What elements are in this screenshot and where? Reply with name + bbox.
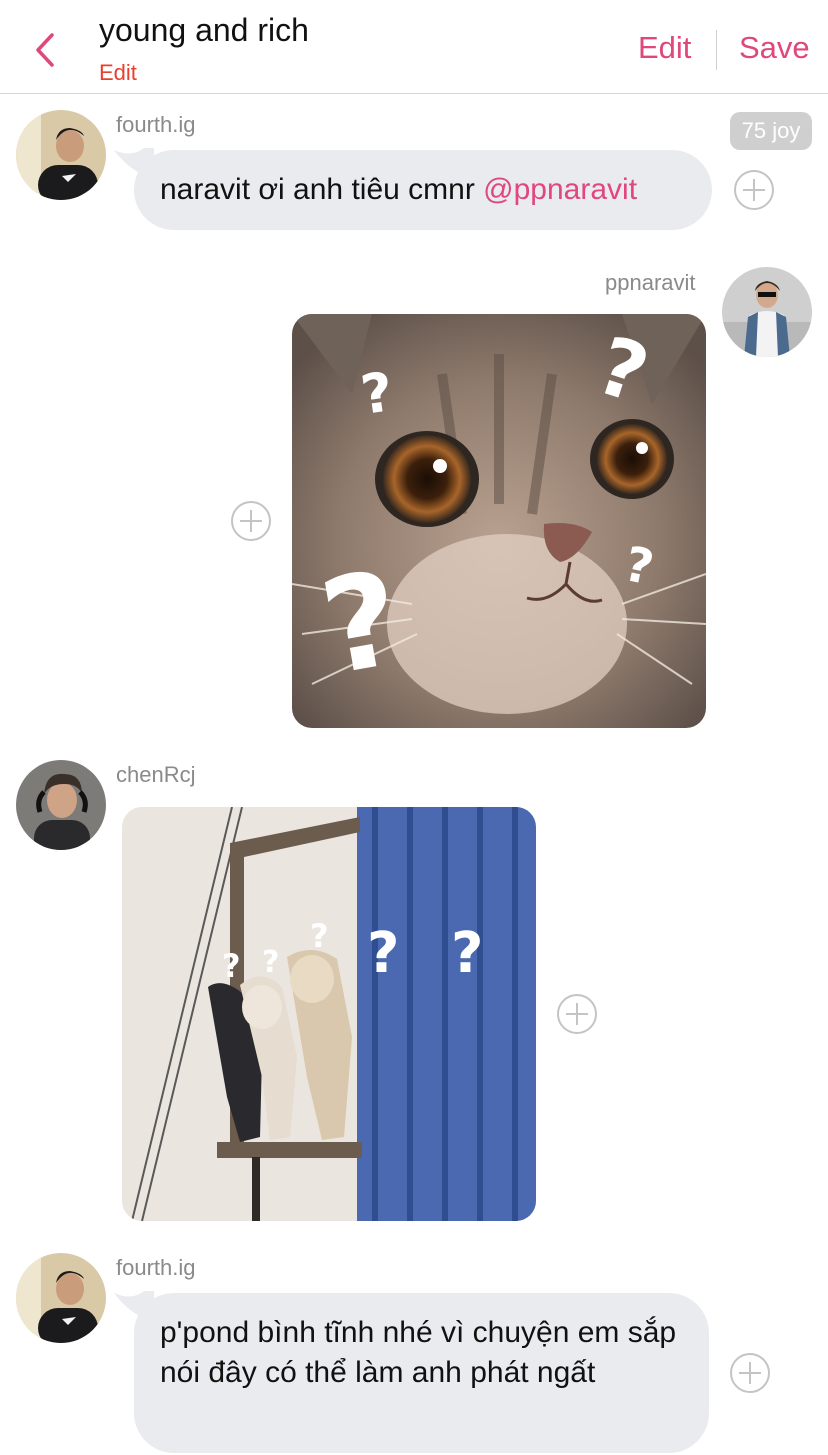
cat-meme-image[interactable]: ? ? ? ? [292, 314, 706, 728]
chat-title: young and rich [99, 12, 309, 48]
message-username: fourth.ig [116, 112, 196, 137]
avatar-ppnaravit[interactable] [722, 267, 812, 357]
svg-text:?: ? [262, 945, 279, 980]
avatar-fourth[interactable] [16, 1253, 106, 1343]
mention-link[interactable]: @ppnaravit [483, 173, 637, 206]
message-text: p'pond bình tĩnh nhé vì chuyện em sắp nó… [160, 1316, 677, 1389]
chat-header: young and rich Edit Edit Save [0, 0, 828, 94]
message-bubble: naravit ơi anh tiêu cmnr @ppnaravit [114, 148, 712, 230]
message-username: ppnaravit [605, 270, 696, 295]
edit-button[interactable]: Edit [638, 30, 691, 66]
svg-text:?: ? [310, 917, 329, 955]
add-reaction-icon[interactable] [733, 169, 775, 211]
joy-badge: 75 joy [730, 112, 812, 150]
bubble-tail-icon [114, 1291, 154, 1321]
svg-text:?: ? [222, 947, 241, 985]
add-reaction-icon[interactable] [230, 500, 272, 542]
back-chevron-icon[interactable] [30, 30, 60, 70]
chat-subtitle-edit[interactable]: Edit [99, 60, 137, 86]
add-reaction-icon[interactable] [556, 993, 598, 1035]
dogs-meme-image[interactable]: ? ? ? ? ? ? [122, 807, 536, 1221]
message-username: chenRcj [116, 762, 196, 787]
save-button[interactable]: Save [739, 30, 810, 66]
message-username: fourth.ig [116, 1255, 196, 1280]
add-reaction-icon[interactable] [729, 1352, 771, 1394]
message-bubble: p'pond bình tĩnh nhé vì chuyện em sắp nó… [114, 1291, 709, 1453]
header-divider [716, 30, 717, 70]
bubble-tail-icon [114, 148, 154, 178]
avatar-chenrcj[interactable] [16, 760, 106, 850]
message-text: naravit ơi anh tiêu cmnr [160, 173, 475, 206]
avatar-fourth[interactable] [16, 110, 106, 200]
dogs-question-marks: ? ? ? [367, 921, 536, 986]
